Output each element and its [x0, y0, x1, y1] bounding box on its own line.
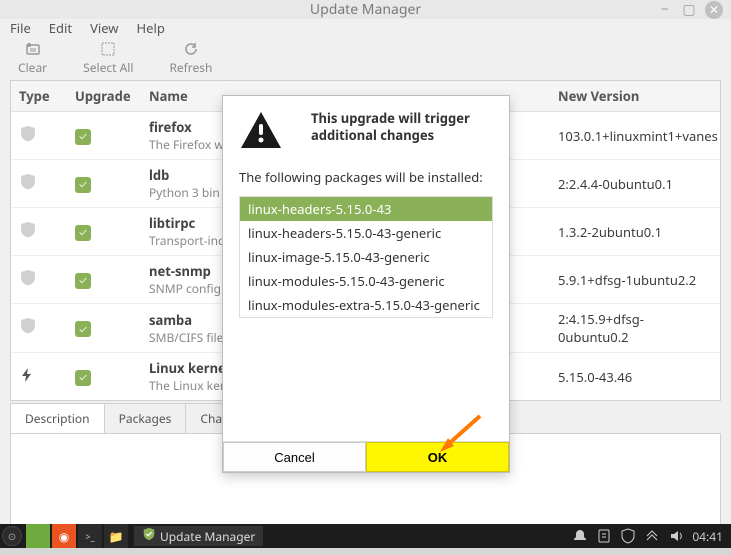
- dialog-package-item[interactable]: linux-image-5.15.0-43-generic: [240, 245, 492, 269]
- type-cell: [11, 119, 69, 153]
- taskbar: ⊙ ◉ >_ 📁 Update Manager 04:41: [0, 524, 731, 548]
- upgrade-cell: ✓: [69, 361, 141, 392]
- security-tray-icon[interactable]: [620, 528, 636, 544]
- upgrade-cell: ✓: [69, 168, 141, 199]
- shield-icon: [19, 221, 37, 239]
- updates-tray-icon[interactable]: [596, 528, 612, 544]
- clear-icon: [25, 41, 41, 57]
- shield-icon: [19, 317, 37, 335]
- ok-button[interactable]: OK: [366, 442, 509, 472]
- shield-icon: [19, 269, 37, 287]
- warning-icon: [239, 110, 283, 154]
- terminal-launcher[interactable]: >_: [78, 524, 102, 548]
- col-type[interactable]: Type: [11, 81, 69, 111]
- dialog-body: This upgrade will trigger additional cha…: [223, 96, 509, 441]
- notification-icon[interactable]: [572, 528, 588, 544]
- dialog-package-item[interactable]: linux-modules-5.15.0-43-generic: [240, 269, 492, 293]
- version-cell: 103.0.1+linuxmint1+vanes: [550, 121, 720, 151]
- dialog-package-item[interactable]: linux-modules-extra-5.15.0-43-generic: [240, 293, 492, 317]
- col-new-version[interactable]: New Version: [550, 81, 720, 111]
- upgrade-cell: ✓: [69, 120, 141, 151]
- taskbar-left: ⊙ ◉ >_ 📁 Update Manager: [0, 524, 263, 548]
- toolbar-select-all[interactable]: Select All: [83, 41, 133, 76]
- version-cell: 2:2.4.4-0ubuntu0.1: [550, 169, 720, 199]
- dialog-package-item[interactable]: linux-headers-5.15.0-43: [240, 197, 492, 221]
- firefox-launcher[interactable]: ◉: [52, 524, 76, 548]
- menu-file[interactable]: File: [10, 19, 31, 37]
- toolbar-refresh-label: Refresh: [169, 59, 212, 76]
- files-launcher[interactable]: 📁: [104, 524, 128, 548]
- menu-help[interactable]: Help: [137, 19, 165, 37]
- upgrade-checkbox[interactable]: ✓: [75, 370, 91, 386]
- clock[interactable]: 04:41: [692, 528, 723, 545]
- upgrade-checkbox[interactable]: ✓: [75, 273, 91, 289]
- window-controls: − ▢ ✕: [657, 1, 723, 19]
- type-cell: [11, 311, 69, 345]
- tab-description[interactable]: Description: [10, 403, 105, 433]
- upgrade-checkbox[interactable]: ✓: [75, 129, 91, 145]
- titlebar: Update Manager − ▢ ✕: [0, 0, 731, 19]
- task-label: Update Manager: [160, 528, 255, 545]
- maximize-button[interactable]: ▢: [681, 2, 697, 18]
- task-update-manager[interactable]: Update Manager: [134, 526, 263, 546]
- close-button[interactable]: ✕: [705, 1, 723, 19]
- toolbar-clear-label: Clear: [18, 59, 47, 76]
- dialog-package-item[interactable]: linux-headers-5.15.0-43-generic: [240, 221, 492, 245]
- tab-packages[interactable]: Packages: [104, 403, 187, 433]
- shield-icon: [19, 173, 37, 191]
- shield-check-icon: [142, 527, 156, 545]
- type-cell: [11, 215, 69, 249]
- system-tray: 04:41: [572, 528, 731, 545]
- minimize-button[interactable]: −: [657, 2, 673, 18]
- window-title: Update Manager: [310, 0, 421, 19]
- version-cell: 2:4.15.9+dfsg-0ubuntu0.2: [550, 304, 720, 352]
- shield-icon: [19, 125, 37, 143]
- start-menu-button[interactable]: ⊙: [0, 524, 24, 548]
- menubar: File Edit View Help: [0, 19, 731, 37]
- upgrade-checkbox[interactable]: ✓: [75, 321, 91, 337]
- type-cell: [11, 167, 69, 201]
- upgrade-cell: ✓: [69, 216, 141, 247]
- type-cell: [11, 263, 69, 297]
- menu-edit[interactable]: Edit: [49, 19, 72, 37]
- upgrade-checkbox[interactable]: ✓: [75, 177, 91, 193]
- toolbar-select-all-label: Select All: [83, 59, 133, 76]
- dialog-buttons: Cancel OK: [223, 441, 509, 472]
- col-upgrade[interactable]: Upgrade: [69, 81, 141, 111]
- version-cell: 5.9.1+dfsg-1ubuntu2.2: [550, 265, 720, 295]
- confirm-dialog: This upgrade will trigger additional cha…: [222, 95, 510, 473]
- upgrade-cell: ✓: [69, 313, 141, 344]
- bolt-icon: [19, 369, 35, 387]
- toolbar-clear[interactable]: Clear: [18, 41, 47, 76]
- version-cell: 5.15.0-43.46: [550, 362, 720, 392]
- toolbar: Clear Select All Refresh: [0, 37, 731, 80]
- dialog-title: This upgrade will trigger additional cha…: [311, 110, 493, 154]
- volume-icon[interactable]: [668, 528, 684, 544]
- upgrade-cell: ✓: [69, 264, 141, 295]
- menu-view[interactable]: View: [90, 19, 118, 37]
- refresh-icon: [183, 41, 199, 57]
- select-all-icon: [100, 41, 116, 57]
- upgrade-checkbox[interactable]: ✓: [75, 225, 91, 241]
- cancel-button[interactable]: Cancel: [223, 442, 366, 472]
- dialog-package-list[interactable]: linux-headers-5.15.0-43linux-headers-5.1…: [239, 196, 493, 318]
- toolbar-refresh[interactable]: Refresh: [169, 41, 212, 76]
- show-desktop-button[interactable]: [26, 524, 50, 548]
- type-cell: [11, 361, 69, 393]
- version-cell: 1.3.2-2ubuntu0.1: [550, 217, 720, 247]
- dialog-text: The following packages will be installed…: [239, 168, 493, 186]
- network-icon[interactable]: [644, 528, 660, 544]
